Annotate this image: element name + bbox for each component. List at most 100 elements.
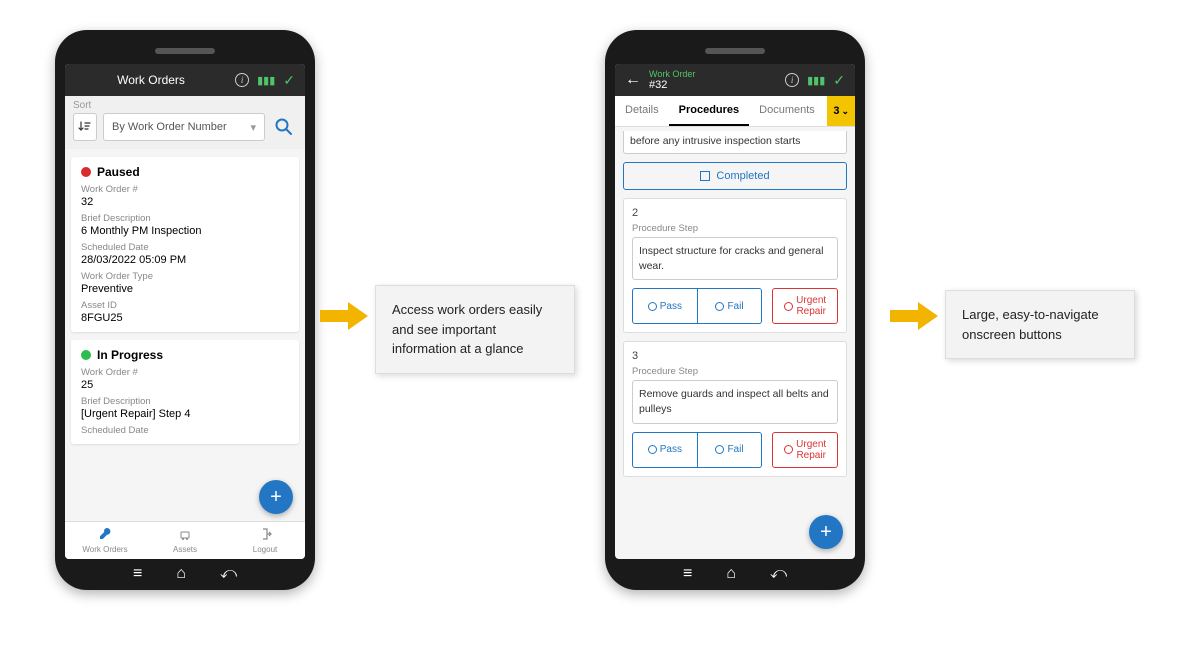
phone-speaker [155,48,215,54]
pass-button[interactable]: Pass [632,288,698,324]
menu-icon[interactable]: ≡ [683,565,692,583]
sort-section: Sort By Work Order Number ▾ [65,96,305,149]
work-order-card[interactable]: In Progress Work Order # 25 Brief Descri… [71,340,299,444]
plus-icon: + [820,521,832,544]
tab-procedures[interactable]: Procedures [669,96,750,126]
app-header: ← Work Order #32 i ▮▮▮ ✓ [615,64,855,96]
pass-button[interactable]: Pass [632,432,698,468]
radio-icon [715,302,724,311]
back-icon[interactable]: ⤺ [770,565,787,583]
assets-icon [178,527,192,544]
step-number: 3 [632,350,838,362]
radio-icon [715,445,724,454]
search-icon [274,117,294,137]
procedure-step-text-partial: before any intrusive inspection starts [623,131,847,154]
info-icon[interactable]: i [235,73,249,87]
phone-mockup-work-orders: Work Orders i ▮▮▮ ✓ Sort By Work Order N… [55,30,315,590]
add-button[interactable]: + [809,515,843,549]
procedure-step-card: 2 Procedure Step Inspect structure for c… [623,198,847,333]
status-dot-paused [81,167,91,177]
signal-icon: ▮▮▮ [807,74,825,87]
radio-icon [648,445,657,454]
urgent-label: UrgentRepair [796,439,826,461]
checkbox-icon [700,171,710,181]
sort-direction-button[interactable] [73,113,97,141]
plus-icon: + [270,486,282,509]
sync-check-icon: ✓ [283,72,295,89]
field-value: 25 [81,379,289,391]
tab-count-badge[interactable]: 3 ⌄ [827,96,855,126]
field-label: Work Order # [81,367,289,378]
completed-label: Completed [716,170,769,182]
sort-label: Sort [73,100,297,111]
fail-button[interactable]: Fail [698,288,763,324]
chevron-down-icon: ⌄ [841,106,849,117]
tab-documents[interactable]: Documents [749,96,825,126]
work-order-list[interactable]: Paused Work Order # 32 Brief Description… [65,149,305,521]
add-button[interactable]: + [259,480,293,514]
nav-label: Assets [173,545,197,554]
radio-icon [648,302,657,311]
urgent-repair-button[interactable]: UrgentRepair [772,288,838,324]
fail-button[interactable]: Fail [698,432,763,468]
pass-label: Pass [660,444,682,455]
urgent-repair-button[interactable]: UrgentRepair [772,432,838,468]
field-label: Brief Description [81,213,289,224]
procedure-list[interactable]: before any intrusive inspection starts C… [615,127,855,559]
field-value: Preventive [81,283,289,295]
step-label: Procedure Step [632,366,838,377]
signal-icon: ▮▮▮ [257,74,275,87]
field-label: Scheduled Date [81,242,289,253]
radio-icon [784,302,793,311]
nav-logout[interactable]: Logout [225,522,305,559]
field-label: Brief Description [81,396,289,407]
home-icon[interactable]: ⌂ [726,565,736,583]
header-title: Work Orders [75,73,227,87]
field-label: Work Order Type [81,271,289,282]
status-text: Paused [97,165,140,179]
logout-icon [258,527,272,544]
phone-screen: Work Orders i ▮▮▮ ✓ Sort By Work Order N… [65,64,305,559]
phone-screen: ← Work Order #32 i ▮▮▮ ✓ Details Procedu… [615,64,855,559]
android-nav-bar: ≡ ⌂ ⤺ [65,565,305,583]
callout-text: Access work orders easily and see import… [375,285,575,374]
tab-details[interactable]: Details [615,96,669,126]
arrow-icon [890,300,940,332]
badge-count: 3 [833,105,839,117]
back-icon[interactable]: ⤺ [220,565,237,583]
sync-check-icon: ✓ [833,72,845,89]
field-label: Scheduled Date [81,425,289,436]
status-dot-progress [81,350,91,360]
field-label: Asset ID [81,300,289,311]
urgent-label: UrgentRepair [796,295,826,317]
menu-icon[interactable]: ≡ [133,565,142,583]
app-header: Work Orders i ▮▮▮ ✓ [65,64,305,96]
search-button[interactable] [271,114,297,140]
nav-work-orders[interactable]: Work Orders [65,522,145,559]
sort-selected-value: By Work Order Number [112,121,227,133]
home-icon[interactable]: ⌂ [176,565,186,583]
procedure-step-card: 3 Procedure Step Remove guards and inspe… [623,341,847,476]
work-order-card[interactable]: Paused Work Order # 32 Brief Description… [71,157,299,332]
sort-dropdown[interactable]: By Work Order Number ▾ [103,113,265,141]
wrench-icon [98,527,112,544]
nav-assets[interactable]: Assets [145,522,225,559]
completed-button[interactable]: Completed [623,162,847,190]
fail-label: Fail [727,301,743,312]
nav-label: Work Orders [82,545,127,554]
radio-icon [784,445,793,454]
field-value: 28/03/2022 05:09 PM [81,254,289,266]
info-icon[interactable]: i [785,73,799,87]
field-label: Work Order # [81,184,289,195]
back-button[interactable]: ← [625,71,641,89]
field-value: 6 Monthly PM Inspection [81,225,289,237]
header-title-group: Work Order #32 [649,69,777,91]
tab-bar: Details Procedures Documents 3 ⌄ [615,96,855,127]
phone-speaker [705,48,765,54]
pass-label: Pass [660,301,682,312]
bottom-nav: Work Orders Assets Logout [65,521,305,559]
fail-label: Fail [727,444,743,455]
step-text: Remove guards and inspect all belts and … [632,380,838,423]
step-text: Inspect structure for cracks and general… [632,237,838,280]
android-nav-bar: ≡ ⌂ ⤺ [615,565,855,583]
